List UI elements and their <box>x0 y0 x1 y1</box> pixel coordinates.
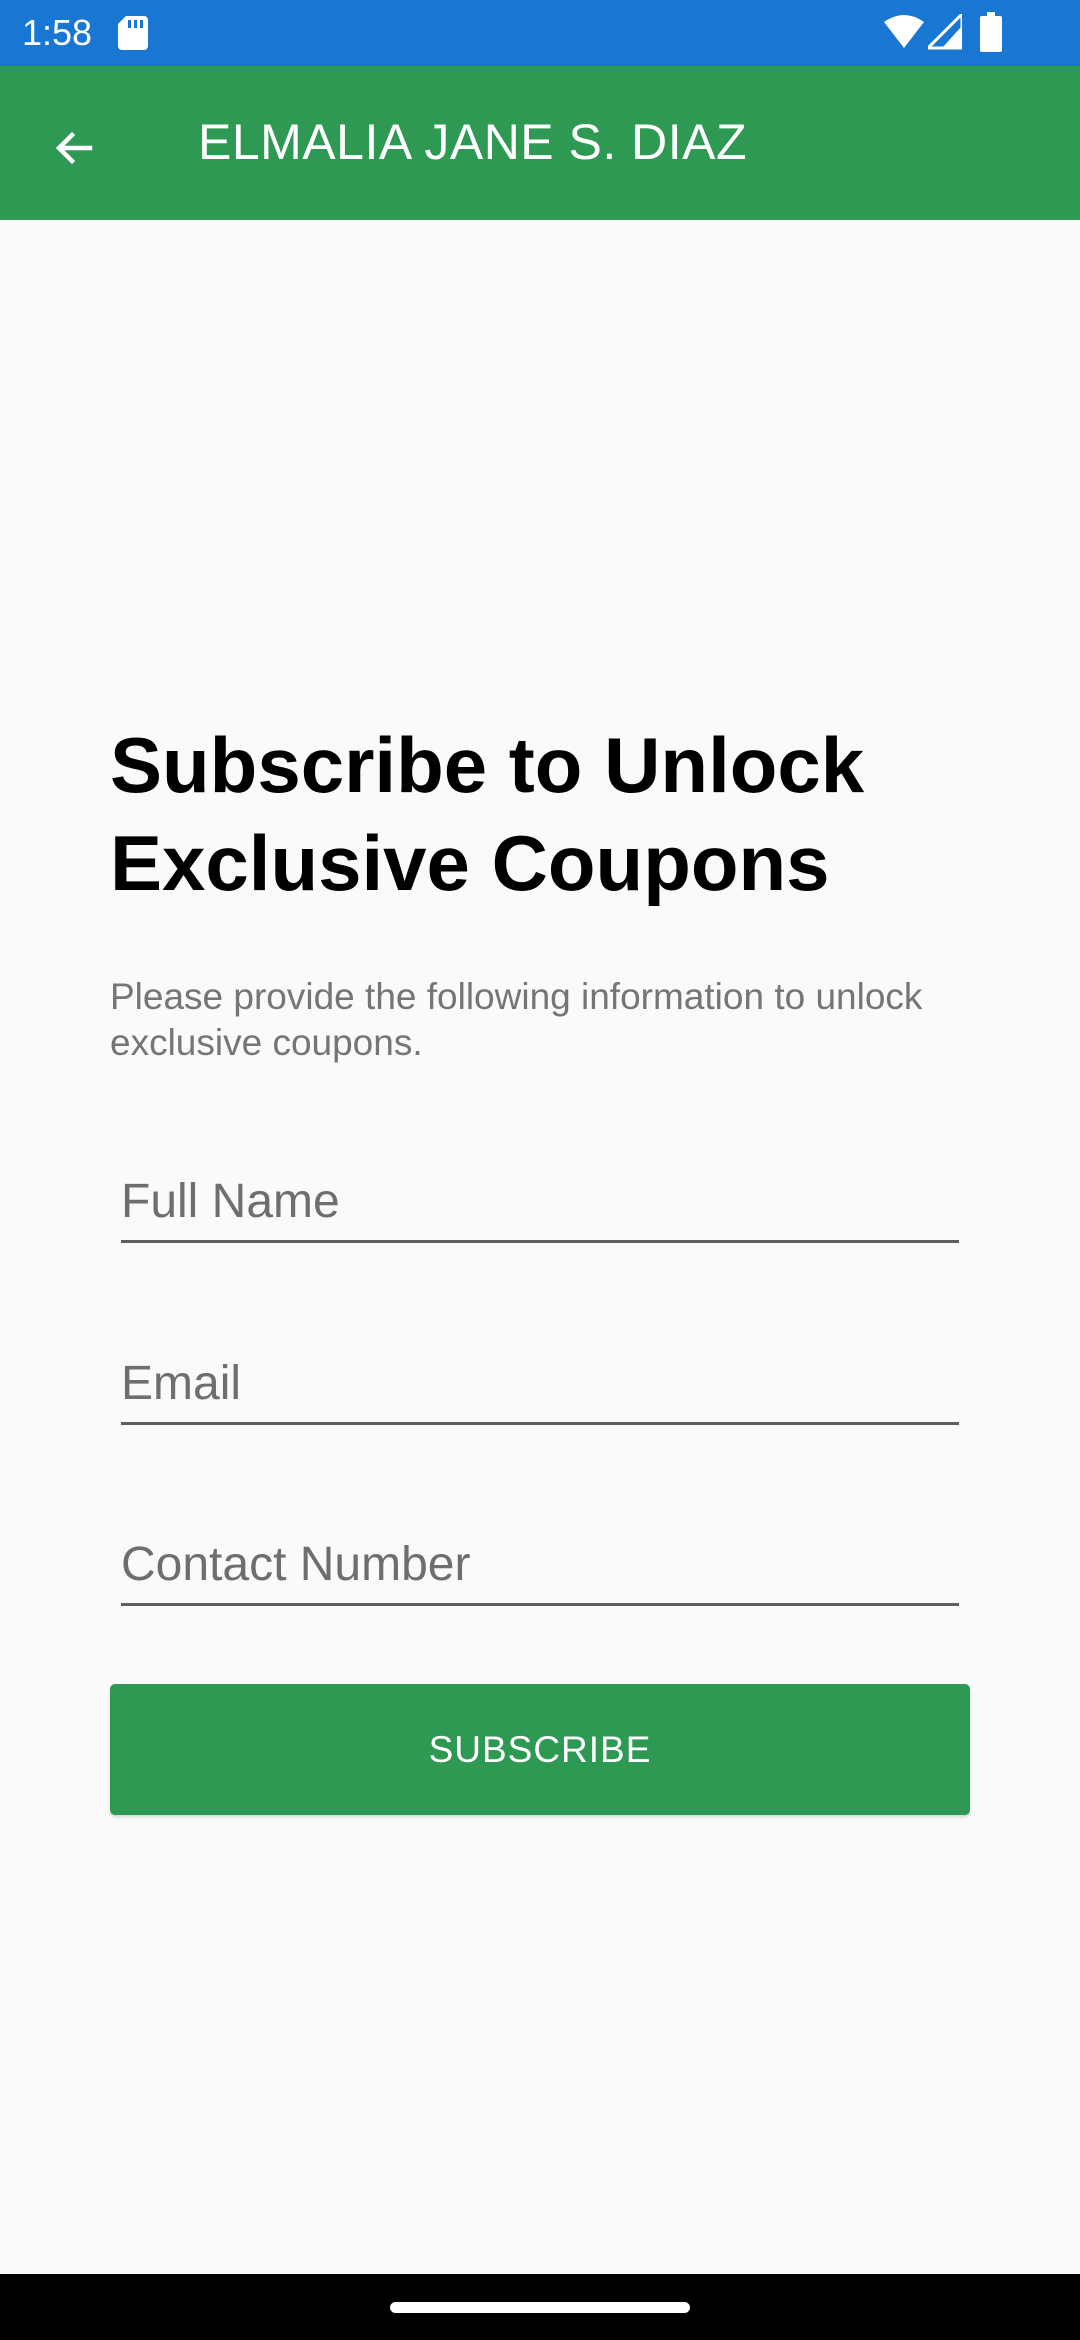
arrow-back-icon <box>55 131 93 165</box>
subscribe-screen: 1:58 ELMALIA JANE S. DIAZ Subscribe to U… <box>0 0 1080 2340</box>
subscribe-button[interactable]: SUBSCRIBE <box>110 1684 970 1815</box>
status-time: 1:58 <box>22 12 93 53</box>
cell-signal-icon <box>928 14 962 50</box>
full-name-field[interactable] <box>121 1150 959 1243</box>
full-name-input[interactable] <box>121 1172 959 1232</box>
app-bar: ELMALIA JANE S. DIAZ <box>0 66 1080 220</box>
navigation-bar <box>0 2274 1080 2340</box>
email-field[interactable] <box>121 1332 959 1425</box>
page-heading: Subscribe to Unlock Exclusive Coupons <box>110 721 865 907</box>
contact-number-input[interactable] <box>121 1535 959 1595</box>
page-subtitle: Please provide the following information… <box>110 976 923 1063</box>
app-title: ELMALIA JANE S. DIAZ <box>198 114 748 170</box>
sd-card-icon <box>118 16 148 50</box>
home-gesture-handle[interactable] <box>390 2302 690 2313</box>
back-button[interactable] <box>30 104 118 192</box>
wifi-icon <box>884 15 924 48</box>
battery-icon <box>980 12 1002 52</box>
contact-number-field[interactable] <box>121 1513 959 1606</box>
email-input[interactable] <box>121 1354 959 1414</box>
status-bar: 1:58 <box>0 0 1080 66</box>
